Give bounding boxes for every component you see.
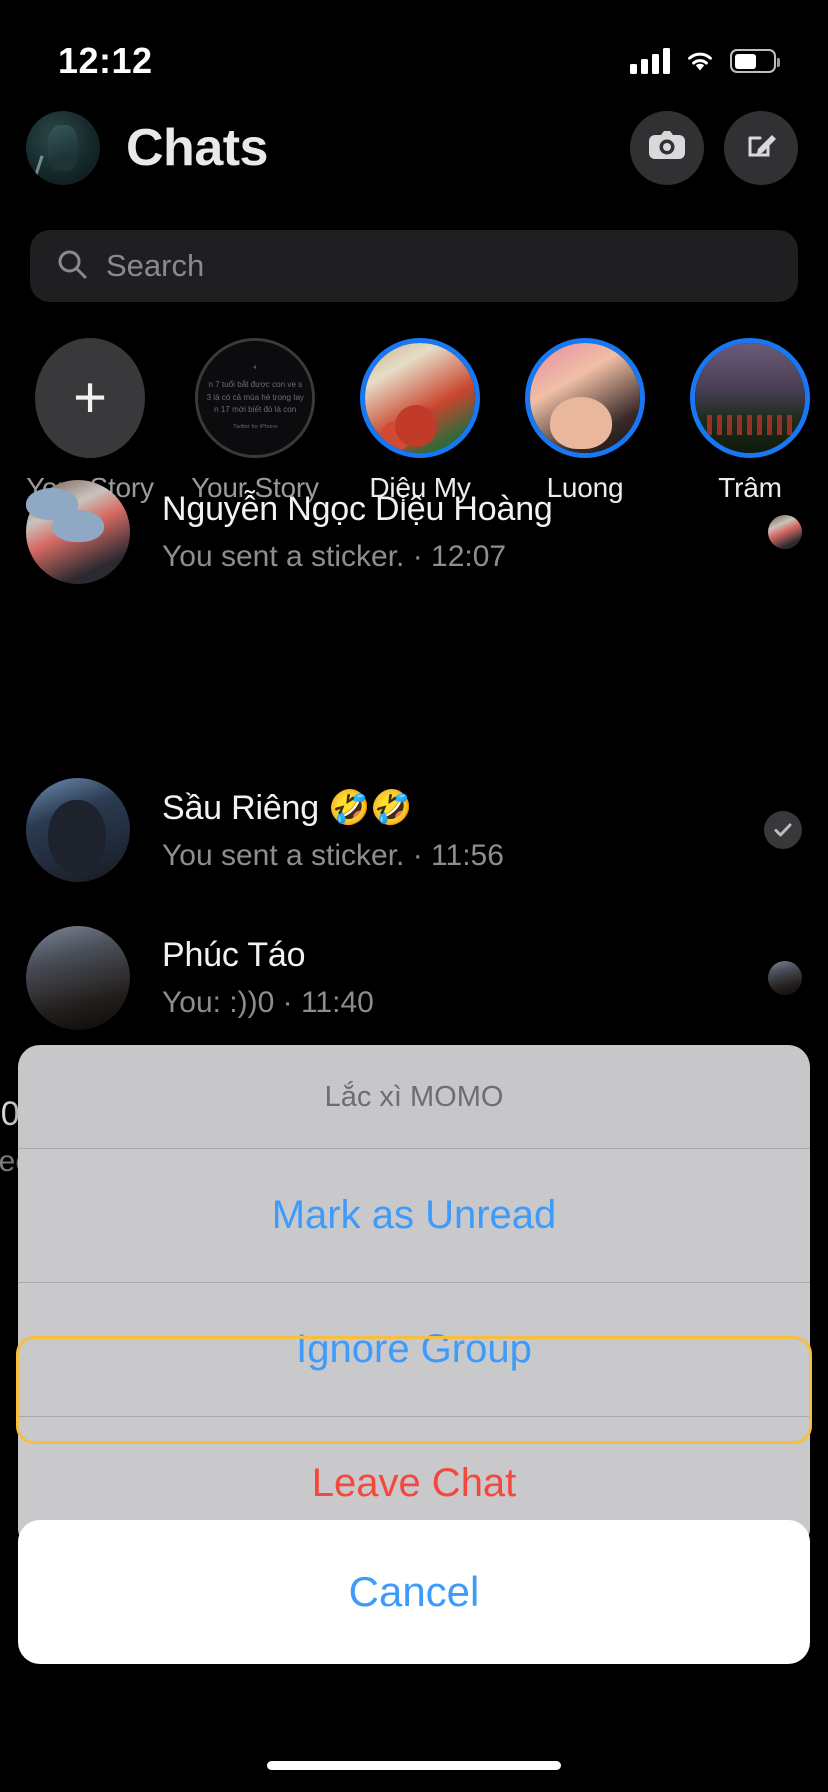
status-bar: 12:12	[0, 0, 828, 100]
chat-time: 12:07	[431, 540, 507, 573]
chat-preview: You sent a sticker. · 12:07	[162, 540, 768, 574]
story-thumbnail	[365, 343, 475, 453]
avatar	[26, 926, 130, 1030]
action-sheet-title: Lắc xì MOMO	[324, 1081, 504, 1113]
preview-text: You sent a sticker.	[162, 838, 405, 872]
read-receipt-avatar	[768, 961, 802, 995]
chat-name: Nguyễn Ngọc Diệu Hoàng	[162, 490, 553, 528]
status-indicators	[630, 48, 780, 74]
chat-preview: You sent a sticker. · 11:56	[162, 839, 764, 873]
phone-screen: 12:12 Chats Search + Story 4 n 7 tuổi bắ…	[0, 0, 828, 1792]
search-bar[interactable]: Search	[30, 230, 798, 302]
status-time: 12:12	[58, 40, 153, 81]
camera-button[interactable]	[630, 110, 704, 185]
home-indicator	[267, 1761, 561, 1770]
action-sheet: Lắc xì MOMO Mark as Unread Ignore Group …	[18, 1045, 810, 1550]
cellular-signal-icon	[630, 48, 670, 74]
wifi-icon	[684, 49, 716, 73]
preview-text: You: :))0	[162, 986, 275, 1019]
story-thumbnail	[695, 343, 805, 453]
chat-name: Sầu Riêng 🤣🤣	[162, 788, 413, 827]
seen-check-icon	[764, 811, 802, 849]
plus-icon: +	[35, 338, 145, 458]
search-input[interactable]: Search	[106, 248, 204, 284]
chat-preview: You: :))0 · 11:40	[162, 986, 768, 1020]
story-card-line: n 17 mới biết đó là con	[213, 404, 297, 415]
read-receipt-avatar	[768, 515, 802, 549]
chat-name: Phúc Táo	[162, 936, 306, 974]
preview-separator: ·	[274, 986, 301, 1019]
search-icon	[56, 248, 88, 285]
compose-icon	[743, 127, 779, 168]
action-ignore-group[interactable]: Ignore Group	[18, 1282, 810, 1416]
battery-icon	[730, 49, 780, 73]
page-title: Chats	[126, 118, 268, 177]
chat-time: 11:56	[431, 838, 504, 872]
preview-separator: ·	[404, 838, 432, 872]
table-row[interactable]: Sầu Riêng 🤣🤣 You sent a sticker. · 11:56	[0, 756, 828, 904]
nav-header: Chats	[0, 100, 828, 195]
table-row[interactable]: Nguyễn Ngọc Diệu Hoàng You sent a sticke…	[0, 458, 828, 606]
chat-time: 11:40	[300, 986, 374, 1019]
story-card-line: 3 là có cả mùa hè trong tay	[206, 391, 304, 402]
story-card-footer: Twitter for iPhone	[232, 424, 278, 430]
nav-actions	[630, 110, 798, 185]
preview-text: You sent a sticker.	[162, 540, 405, 573]
story-text-card: 4 n 7 tuổi bắt được con ve s 3 là có cả …	[198, 341, 312, 455]
table-row[interactable]: Phúc Táo You: :))0 · 11:40	[0, 904, 828, 1052]
story-card-header: 4	[253, 365, 257, 371]
compose-button[interactable]	[724, 110, 798, 185]
chat-list: Nguyễn Ngọc Diệu Hoàng You sent a sticke…	[0, 458, 828, 1180]
story-thumbnail	[530, 343, 640, 453]
cancel-button[interactable]: Cancel	[18, 1520, 810, 1664]
profile-avatar[interactable]	[26, 110, 100, 185]
action-mark-as-unread[interactable]: Mark as Unread	[18, 1148, 810, 1282]
story-card-line: n 7 tuổi bắt được con ve s	[208, 379, 302, 389]
preview-separator: ·	[404, 540, 432, 573]
avatar	[26, 778, 130, 882]
camera-icon	[648, 129, 686, 166]
